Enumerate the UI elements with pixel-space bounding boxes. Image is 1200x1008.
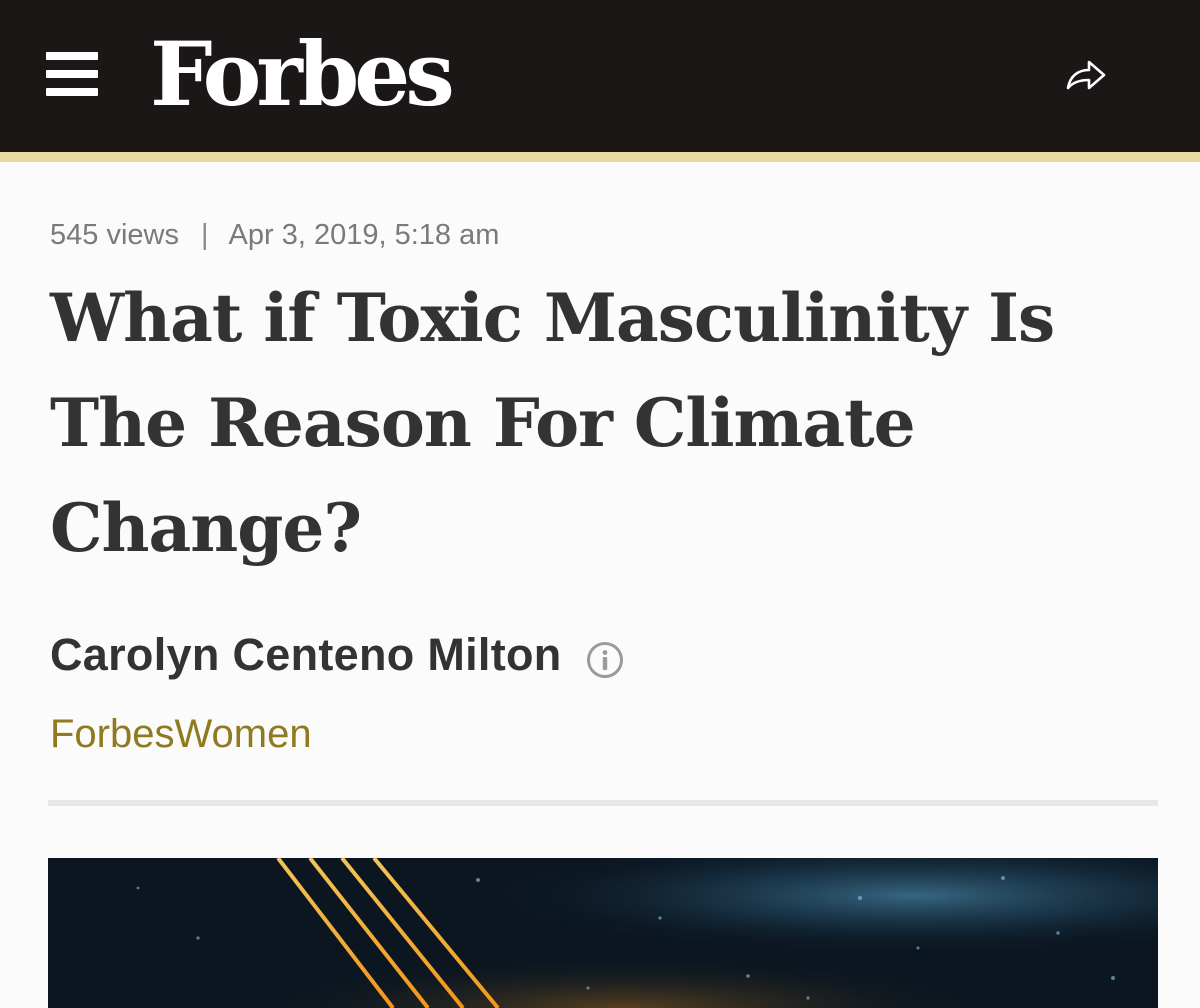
section-link[interactable]: ForbesWomen	[50, 708, 312, 760]
content-divider	[48, 800, 1158, 806]
header-accent-rule	[0, 152, 1200, 162]
forbes-logo[interactable]: Forbes	[150, 18, 455, 130]
author-name[interactable]: Carolyn Centeno Milton	[50, 626, 562, 684]
top-navigation-bar: Forbes	[0, 0, 1200, 152]
share-arrow-icon[interactable]	[1060, 54, 1110, 98]
article-headline: What if Toxic Masculinity Is The Reason …	[50, 279, 1055, 567]
info-circle-icon[interactable]	[586, 641, 624, 679]
publish-timestamp: Apr 3, 2019, 5:18 am	[228, 219, 500, 251]
article-meta: 545 views | Apr 3, 2019, 5:18 am	[50, 216, 499, 254]
hero-image	[48, 858, 1158, 1008]
byline: Carolyn Centeno Milton	[50, 626, 624, 684]
meta-separator: |	[200, 219, 209, 251]
view-count: 545 views	[50, 219, 179, 251]
hamburger-menu-icon[interactable]	[44, 52, 100, 96]
